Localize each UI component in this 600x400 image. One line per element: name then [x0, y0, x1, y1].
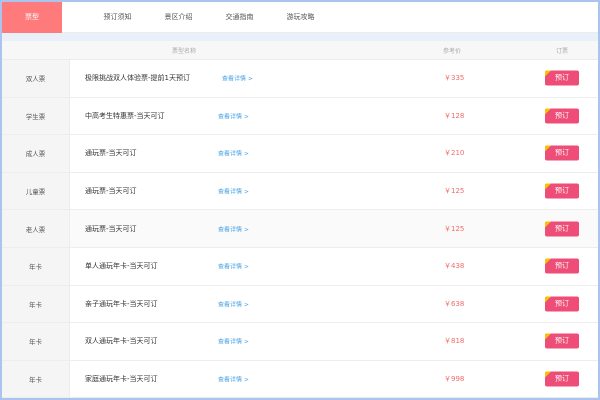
ticket-price: ￥998	[444, 375, 465, 384]
ticket-price: ￥818	[444, 337, 465, 346]
corner-tag-icon	[545, 145, 551, 152]
header-ticket-name: 票型名称	[172, 47, 197, 55]
corner-tag-icon	[545, 296, 551, 303]
ticket-price: ￥438	[444, 262, 465, 271]
table-row: 年卡 家庭通玩年卡-当天可订 查看详情 > ￥998 预订	[2, 360, 598, 398]
ticket-name: 通玩票-当天可订	[85, 149, 137, 158]
corner-tag-icon	[545, 371, 551, 378]
ticket-type: 学生票	[2, 97, 70, 135]
book-button-label: 预订	[555, 148, 569, 157]
tab-bar: 票型 预订须知 景区介绍 交通指南 游玩攻略	[2, 2, 598, 33]
ticket-type: 年卡	[2, 360, 70, 398]
ticket-name: 通玩票-当天可订	[85, 187, 137, 196]
ticket-name: 亲子通玩年卡-当天可订	[85, 299, 158, 308]
view-details-link[interactable]: 查看详情 >	[218, 187, 249, 196]
tab-divider	[2, 33, 598, 41]
book-button[interactable]: 预订	[545, 333, 579, 349]
tab-spacer	[62, 2, 87, 32]
view-details-link[interactable]: 查看详情 >	[218, 337, 249, 346]
ticket-price: ￥210	[444, 149, 465, 158]
tab-traffic-guide[interactable]: 交通指南	[209, 2, 270, 33]
table-row: 学生票 中高考生特惠票-当天可订 查看详情 > ￥128 预订	[2, 97, 598, 136]
book-button[interactable]: 预订	[545, 221, 579, 237]
header-price: 参考价	[443, 47, 462, 55]
ticket-type: 年卡	[2, 323, 70, 360]
table-header: 票型名称 参考价 订票	[2, 41, 598, 60]
book-button[interactable]: 预订	[545, 108, 579, 124]
book-button-label: 预订	[555, 224, 569, 233]
ticket-price: ￥128	[444, 111, 465, 120]
corner-tag-icon	[545, 221, 551, 228]
ticket-panel: 票型 预订须知 景区介绍 交通指南 游玩攻略 票型名称 参考价 订票 双人票 极…	[2, 2, 598, 398]
ticket-type: 年卡	[2, 247, 70, 285]
ticket-type: 双人票	[2, 60, 70, 97]
ticket-price: ￥125	[444, 187, 465, 196]
view-details-link[interactable]: 查看详情 >	[222, 74, 253, 83]
table-row: 年卡 亲子通玩年卡-当天可订 查看详情 > ￥638 预订	[2, 285, 598, 324]
ticket-price: ￥125	[444, 224, 465, 233]
table-row: 双人票 极限挑战双人体验票-提前1天预订 查看详情 > ￥335 预订	[2, 60, 598, 98]
book-button[interactable]: 预订	[545, 371, 579, 387]
ticket-name: 通玩票-当天可订	[85, 224, 137, 233]
table-row: 年卡 双人通玩年卡-当天可订 查看详情 > ￥818 预订	[2, 323, 598, 361]
view-details-link[interactable]: 查看详情 >	[218, 299, 249, 308]
corner-tag-icon	[545, 108, 551, 115]
corner-tag-icon	[545, 258, 551, 265]
view-details-link[interactable]: 查看详情 >	[218, 262, 249, 271]
table-row: 年卡 单人通玩年卡-当天可订 查看详情 > ￥438 预订	[2, 247, 598, 286]
book-button[interactable]: 预订	[545, 70, 579, 86]
view-details-link[interactable]: 查看详情 >	[218, 224, 249, 233]
book-button-label: 预订	[555, 374, 569, 383]
ticket-name: 双人通玩年卡-当天可订	[85, 337, 158, 346]
ticket-price: ￥638	[444, 299, 465, 308]
tab-scenic-intro[interactable]: 景区介绍	[148, 2, 209, 33]
book-button-label: 预订	[555, 111, 569, 120]
view-details-link[interactable]: 查看详情 >	[218, 149, 249, 158]
tab-travel-guide[interactable]: 游玩攻略	[270, 2, 331, 33]
corner-tag-icon	[545, 333, 551, 340]
ticket-name: 单人通玩年卡-当天可订	[85, 262, 158, 271]
ticket-type: 儿童票	[2, 172, 70, 210]
book-button-label: 预订	[555, 336, 569, 345]
ticket-price: ￥335	[444, 74, 465, 83]
view-details-link[interactable]: 查看详情 >	[218, 375, 249, 384]
header-order: 订票	[556, 47, 569, 55]
book-button[interactable]: 预订	[545, 145, 579, 161]
ticket-type: 成人票	[2, 135, 70, 172]
ticket-name: 中高考生特惠票-当天可订	[85, 111, 165, 120]
table-row: 儿童票 通玩票-当天可订 查看详情 > ￥125 预订	[2, 172, 598, 211]
book-button-label: 预订	[555, 299, 569, 308]
ticket-name: 极限挑战双人体验票-提前1天预订	[85, 74, 190, 83]
view-details-link[interactable]: 查看详情 >	[218, 111, 249, 120]
book-button-label: 预订	[555, 73, 569, 82]
book-button[interactable]: 预订	[545, 183, 579, 199]
table-row: 成人票 通玩票-当天可订 查看详情 > ￥210 预订	[2, 135, 598, 173]
book-button[interactable]: 预订	[545, 296, 579, 312]
book-button-label: 预订	[555, 186, 569, 195]
tab-ticket-types[interactable]: 票型	[2, 2, 62, 33]
book-button[interactable]: 预订	[545, 258, 579, 274]
tab-booking-notice[interactable]: 预订须知	[87, 2, 148, 33]
corner-tag-icon	[545, 183, 551, 190]
book-button-label: 预订	[555, 261, 569, 270]
table-row: 老人票 通玩票-当天可订 查看详情 > ￥125 预订	[2, 210, 598, 248]
corner-tag-icon	[545, 70, 551, 77]
ticket-name: 家庭通玩年卡-当天可订	[85, 375, 158, 384]
ticket-type: 年卡	[2, 285, 70, 323]
ticket-type: 老人票	[2, 210, 70, 247]
